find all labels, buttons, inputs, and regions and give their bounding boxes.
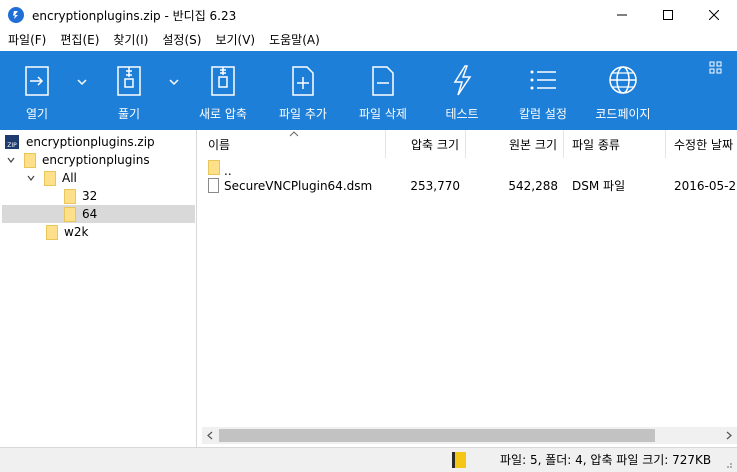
tree-item-label: 64 xyxy=(82,207,98,221)
maximize-button[interactable] xyxy=(645,0,691,30)
menu-file[interactable]: 파일(F) xyxy=(0,30,52,51)
codepage-label: 코드페이지 xyxy=(595,107,651,121)
menu-settings[interactable]: 설정(S) xyxy=(154,30,207,51)
tree-item-64[interactable]: 64 xyxy=(2,205,195,223)
status-text: 파일: 5, 폴더: 4, 압축 파일 크기: 727KB xyxy=(500,453,712,467)
archive-status-icon xyxy=(452,452,466,468)
codepage-button[interactable]: 코드페이지 xyxy=(590,51,656,130)
title-bar: encryptionplugins.zip - 반디집 6.23 xyxy=(0,0,737,30)
toolbar: 열기 풀기 새로 압축 파일 추가 파일 삭제 테스트 칼럼 설정 코드페이지 xyxy=(0,51,737,130)
maximize-icon xyxy=(663,10,673,20)
close-button[interactable] xyxy=(691,0,737,30)
folder-icon xyxy=(64,188,76,204)
tree-item-archive[interactable]: ZIP encryptionplugins.zip xyxy=(4,133,155,151)
layout-grid-icon[interactable] xyxy=(709,61,723,75)
add-file-icon xyxy=(292,66,314,96)
chevron-down-icon[interactable] xyxy=(6,155,16,165)
delete-file-icon xyxy=(372,66,394,96)
extract-label: 풀기 xyxy=(117,107,141,121)
column-size-label: 원본 크기 xyxy=(509,137,557,152)
open-dropdown-icon[interactable] xyxy=(76,77,88,87)
resize-grip-icon[interactable] xyxy=(723,459,733,469)
scroll-right-icon[interactable] xyxy=(724,431,733,440)
bandizip-app-icon[interactable] xyxy=(8,7,24,23)
tree-item-label: encryptionplugins xyxy=(42,153,150,167)
extract-dropdown-icon[interactable] xyxy=(168,77,180,87)
open-label: 열기 xyxy=(25,107,49,121)
chevron-down-icon[interactable] xyxy=(26,173,36,183)
minimize-icon xyxy=(617,14,627,16)
zip-archive-icon: ZIP xyxy=(5,135,19,149)
add-files-button[interactable]: 파일 추가 xyxy=(272,51,334,130)
file-modified: 2016-05-23 xyxy=(674,179,737,193)
delete-files-button[interactable]: 파일 삭제 xyxy=(352,51,414,130)
test-label: 테스트 xyxy=(445,107,479,121)
file-name: SecureVNCPlugin64.dsm xyxy=(224,179,373,193)
folder-icon xyxy=(46,224,58,240)
tree-item-label: 32 xyxy=(82,189,98,203)
scrollbar-thumb[interactable] xyxy=(219,429,655,442)
file-type: DSM 파일 xyxy=(572,179,626,193)
tree-item-label: All xyxy=(62,171,77,185)
menu-help[interactable]: 도움말(A) xyxy=(261,30,326,51)
folder-tree: ZIP encryptionplugins.zip encryptionplug… xyxy=(0,130,197,447)
column-header-packed[interactable]: 압축 크기 xyxy=(386,130,466,158)
document-icon xyxy=(208,178,219,193)
close-icon xyxy=(709,10,719,20)
file-packed-size: 253,770 xyxy=(410,179,460,193)
globe-icon xyxy=(609,66,637,94)
status-bar: 파일: 5, 폴더: 4, 압축 파일 크기: 727KB xyxy=(0,447,737,472)
add-files-label: 파일 추가 xyxy=(279,107,327,121)
file-list: 이름 압축 크기 원본 크기 파일 종류 수정한 날짜 .. SecureVNC… xyxy=(202,130,737,447)
column-header-modified[interactable]: 수정한 날짜 xyxy=(666,130,737,158)
lightning-icon xyxy=(453,65,472,96)
columns-label: 칼럼 설정 xyxy=(519,107,567,121)
menu-edit[interactable]: 편집(E) xyxy=(52,30,105,51)
menu-find[interactable]: 찾기(I) xyxy=(105,30,154,51)
delete-files-label: 파일 삭제 xyxy=(359,107,407,121)
folder-icon xyxy=(44,170,56,186)
column-header-type[interactable]: 파일 종류 xyxy=(564,130,666,158)
horizontal-scrollbar[interactable] xyxy=(202,427,737,444)
menu-bar: 파일(F) 편집(E) 찾기(I) 설정(S) 보기(V) 도움말(A) xyxy=(0,30,737,51)
menu-view[interactable]: 보기(V) xyxy=(207,30,261,51)
sort-ascending-icon xyxy=(289,131,299,137)
extract-zip-icon xyxy=(117,66,141,96)
folder-icon xyxy=(64,206,76,222)
extract-button[interactable]: 풀기 xyxy=(104,51,154,130)
folder-icon xyxy=(24,152,36,168)
new-archive-icon xyxy=(211,66,235,96)
window-title: encryptionplugins.zip - 반디집 6.23 xyxy=(32,8,237,23)
column-header-size[interactable]: 원본 크기 xyxy=(466,130,564,158)
new-archive-label: 새로 압축 xyxy=(199,107,247,121)
scroll-left-icon[interactable] xyxy=(206,431,215,440)
tree-item-all[interactable]: All xyxy=(26,169,77,187)
column-header-name[interactable]: 이름 xyxy=(202,130,386,158)
tree-item-label: w2k xyxy=(64,225,89,239)
minimize-button[interactable] xyxy=(599,0,645,30)
open-button[interactable]: 열기 xyxy=(12,51,62,130)
tree-archive-label: encryptionplugins.zip xyxy=(26,135,155,149)
svg-text:ZIP: ZIP xyxy=(7,142,17,149)
file-original-size: 542,288 xyxy=(508,179,558,193)
tree-item-encryptionplugins[interactable]: encryptionplugins xyxy=(6,151,150,169)
column-packed-label: 압축 크기 xyxy=(411,137,459,152)
new-archive-button[interactable]: 새로 압축 xyxy=(192,51,254,130)
test-button[interactable]: 테스트 xyxy=(436,51,488,130)
column-name-label: 이름 xyxy=(208,137,231,152)
tree-item-32[interactable]: 32 xyxy=(64,187,97,205)
tree-item-w2k[interactable]: w2k xyxy=(46,223,88,241)
column-list-icon xyxy=(530,70,556,90)
columns-button[interactable]: 칼럼 설정 xyxy=(512,51,574,130)
column-type-label: 파일 종류 xyxy=(572,137,620,152)
table-row[interactable]: SecureVNCPlugin64.dsm 253,770 542,288 DS… xyxy=(202,176,737,196)
folder-icon xyxy=(208,160,220,175)
open-archive-icon xyxy=(25,66,49,96)
column-modified-label: 수정한 날짜 xyxy=(674,137,734,152)
